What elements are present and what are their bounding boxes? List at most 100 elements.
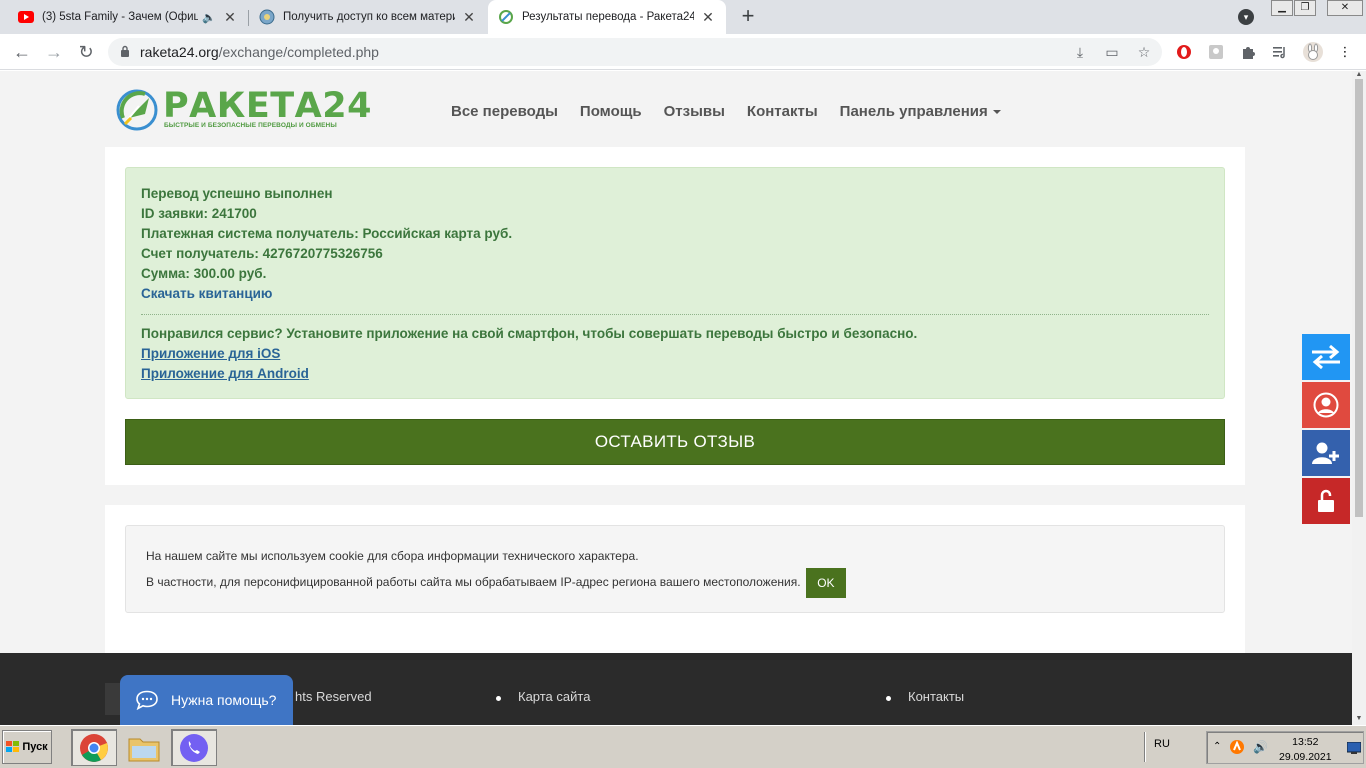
clock-date: 29.09.2021 bbox=[1279, 751, 1332, 763]
cookie-text-1: На нашем сайте мы используем cookie для … bbox=[146, 549, 639, 563]
taskbar-chrome[interactable] bbox=[71, 729, 117, 766]
footer-contacts-link[interactable]: Контакты bbox=[908, 689, 964, 704]
start-label: Пуск bbox=[22, 741, 48, 753]
download-receipt-link[interactable]: Скачать квитанцию bbox=[141, 284, 1209, 304]
taskbar-explorer[interactable] bbox=[121, 729, 167, 766]
youtube-icon bbox=[18, 9, 34, 25]
install-icon[interactable]: ⤓ bbox=[1071, 44, 1089, 60]
scroll-thumb[interactable] bbox=[1355, 79, 1363, 517]
android-app-link[interactable]: Приложение для Android bbox=[141, 366, 309, 381]
amount: Сумма: 300.00 руб. bbox=[141, 266, 267, 281]
folder-icon bbox=[128, 738, 160, 761]
nav-help[interactable]: Помощь bbox=[580, 103, 642, 120]
tab-title: Результаты перевода - Ракета24 bbox=[522, 11, 694, 23]
side-profile-button[interactable] bbox=[1302, 382, 1350, 428]
add-user-icon bbox=[1312, 442, 1339, 464]
url-text: raketa24.org/exchange/completed.php bbox=[140, 44, 379, 60]
windows-taskbar: Пуск RU ⌃ 🔊 13:52 29.09.2021 bbox=[0, 725, 1366, 768]
page-scrollbar[interactable]: ▲ ▼ bbox=[1352, 71, 1366, 725]
nav-control-panel-label: Панель управления bbox=[839, 103, 988, 120]
tab-materials[interactable]: Получить доступ ко всем материа ✕ bbox=[249, 0, 487, 34]
nav-all-transfers[interactable]: Все переводы bbox=[451, 103, 558, 120]
order-id: ID заявки: 241700 bbox=[141, 206, 257, 221]
side-register-button[interactable] bbox=[1302, 430, 1350, 476]
clock-time: 13:52 bbox=[1292, 736, 1319, 748]
profile-avatar[interactable] bbox=[1303, 42, 1323, 62]
leave-review-button[interactable]: ОСТАВИТЬ ОТЗЫВ bbox=[125, 419, 1225, 465]
payment-system: Платежная система получатель: Российская… bbox=[141, 226, 513, 241]
logo-tagline: БЫСТРЫЕ И БЕЗОПАСНЫЕ ПЕРЕВОДЫ И ОБМЕНЫ bbox=[164, 122, 337, 129]
exchange-arrows-icon bbox=[1312, 344, 1340, 370]
caret-down-icon bbox=[992, 110, 1001, 115]
help-label: Нужна помощь? bbox=[171, 692, 277, 708]
show-desktop-icon[interactable] bbox=[1346, 741, 1362, 754]
tab-title: Получить доступ ко всем материа bbox=[283, 11, 455, 23]
avast-icon[interactable] bbox=[1229, 739, 1245, 755]
menu-kebab-icon[interactable]: ⋮ bbox=[1336, 43, 1354, 61]
user-circle-icon bbox=[1313, 392, 1339, 418]
tab-raketa[interactable]: Результаты перевода - Ракета24 ✕ bbox=[488, 0, 726, 34]
result-card: Перевод успешно выполнен ID заявки: 2417… bbox=[105, 147, 1245, 485]
site-globe-icon bbox=[259, 9, 275, 25]
bullet-icon bbox=[496, 696, 501, 701]
puzzle-icon[interactable] bbox=[1239, 43, 1257, 61]
reload-button[interactable]: ↻ bbox=[74, 40, 98, 64]
bookmark-star-icon[interactable]: ☆ bbox=[1135, 44, 1153, 60]
close-tab-icon[interactable]: ✕ bbox=[222, 9, 238, 26]
back-button[interactable]: ← bbox=[10, 40, 34, 64]
scroll-up-icon[interactable]: ▲ bbox=[1355, 71, 1363, 78]
tab-search-icon[interactable]: ▾ bbox=[1238, 9, 1254, 25]
system-tray: ⌃ 🔊 13:52 29.09.2021 bbox=[1206, 731, 1364, 764]
opera-extension-icon[interactable] bbox=[1175, 43, 1193, 61]
footer-rights: hts Reserved bbox=[295, 689, 372, 704]
cookie-card: На нашем сайте мы используем cookie для … bbox=[105, 505, 1245, 653]
side-login-button[interactable] bbox=[1302, 478, 1350, 524]
unlock-icon bbox=[1318, 489, 1334, 512]
cookie-text-2: В частности, для персонифицированной раб… bbox=[146, 575, 801, 590]
tray-expand-icon[interactable]: ⌃ bbox=[1213, 741, 1221, 752]
bullet-icon bbox=[886, 696, 891, 701]
close-tab-icon[interactable]: ✕ bbox=[700, 9, 716, 26]
app-promo-text: Понравился сервис? Установите приложение… bbox=[141, 326, 918, 341]
volume-icon[interactable]: 🔊 bbox=[1253, 740, 1268, 754]
taskbar-viber[interactable] bbox=[171, 729, 217, 766]
browser-tabbar: (3) 5sta Family - Зачем (Офици 🔈 ✕ Получ… bbox=[0, 0, 1366, 34]
nav-control-panel[interactable]: Панель управления bbox=[840, 103, 1001, 120]
tab-youtube[interactable]: (3) 5sta Family - Зачем (Офици 🔈 ✕ bbox=[8, 0, 248, 34]
viber-icon bbox=[180, 733, 208, 762]
scroll-down-icon[interactable]: ▼ bbox=[1355, 715, 1363, 722]
reader-icon[interactable]: ▭ bbox=[1103, 44, 1121, 60]
cookie-ok-button[interactable]: OK bbox=[805, 568, 846, 598]
clock[interactable]: 13:52 29.09.2021 bbox=[1279, 735, 1332, 765]
taskbar-divider bbox=[1144, 732, 1146, 762]
address-bar[interactable]: raketa24.org/exchange/completed.php ⤓ ▭ … bbox=[108, 38, 1162, 66]
close-tab-icon[interactable]: ✕ bbox=[461, 9, 477, 26]
side-exchange-button[interactable] bbox=[1302, 334, 1350, 380]
chat-bubble-icon bbox=[136, 690, 158, 710]
start-button[interactable]: Пуск bbox=[2, 730, 52, 764]
ios-app-link[interactable]: Приложение для iOS bbox=[141, 346, 280, 361]
new-tab-button[interactable]: + bbox=[736, 5, 760, 28]
language-indicator[interactable]: RU bbox=[1154, 738, 1170, 750]
forward-button[interactable]: → bbox=[42, 40, 66, 64]
close-window-button[interactable]: ✕ bbox=[1327, 0, 1363, 16]
extension-icon[interactable] bbox=[1207, 43, 1225, 61]
lock-icon bbox=[121, 45, 129, 57]
speaker-icon[interactable]: 🔈 bbox=[202, 11, 216, 24]
windows-logo-icon bbox=[6, 741, 20, 752]
logo-wordmark: РАКЕТА24 bbox=[163, 86, 372, 126]
cookie-notice: На нашем сайте мы используем cookie для … bbox=[125, 525, 1225, 613]
recipient-account: Счет получатель: 4276720775326756 bbox=[141, 246, 383, 261]
footer-sitemap-link[interactable]: Карта сайта bbox=[518, 689, 590, 704]
restore-button[interactable]: ❐ bbox=[1294, 0, 1316, 16]
tab-title: (3) 5sta Family - Зачем (Офици bbox=[42, 11, 199, 23]
nav-reviews[interactable]: Отзывы bbox=[664, 103, 725, 120]
media-queue-icon[interactable] bbox=[1271, 43, 1289, 61]
page-viewport: РАКЕТА24 БЫСТРЫЕ И БЕЗОПАСНЫЕ ПЕРЕВОДЫ И… bbox=[0, 71, 1352, 725]
help-chat-widget[interactable]: Нужна помощь? bbox=[120, 675, 293, 725]
browser-toolbar: ← → ↻ raketa24.org/exchange/completed.ph… bbox=[0, 34, 1366, 70]
divider bbox=[141, 314, 1209, 315]
nav-contacts[interactable]: Контакты bbox=[747, 103, 818, 120]
site-logo[interactable]: РАКЕТА24 БЫСТРЫЕ И БЕЗОПАСНЫЕ ПЕРЕВОДЫ И… bbox=[115, 86, 371, 134]
minimize-button[interactable]: ▁ bbox=[1271, 0, 1293, 16]
